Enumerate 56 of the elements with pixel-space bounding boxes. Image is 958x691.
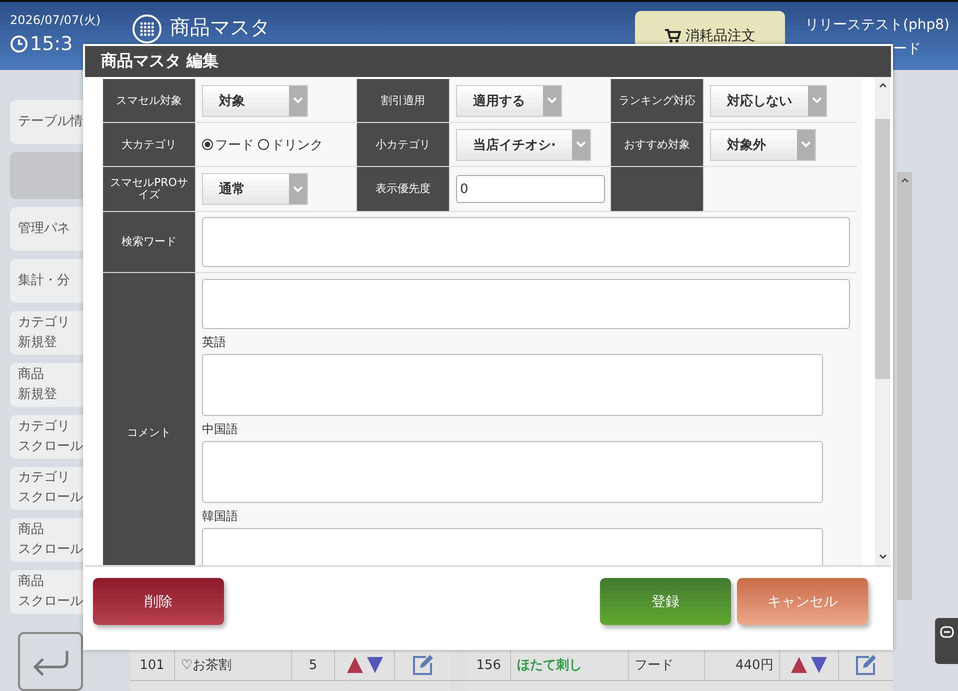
scrollbar[interactable] xyxy=(897,172,912,600)
clock-icon xyxy=(10,35,28,53)
radio-option[interactable]: ドリンク xyxy=(258,136,323,154)
field-label: スマセル対象 xyxy=(103,79,195,122)
input-field[interactable]: 0 xyxy=(456,175,605,203)
field-label: 英語 xyxy=(202,334,226,351)
page-title: 商品マスタ xyxy=(170,14,270,40)
comment-field[interactable] xyxy=(202,354,823,416)
chevron-icon xyxy=(576,141,586,148)
chevron-icon xyxy=(812,97,822,104)
cart-icon xyxy=(664,29,680,43)
scroll-up-icon[interactable] xyxy=(878,81,888,89)
edit-icon[interactable] xyxy=(412,654,434,676)
field-label: コメント xyxy=(103,273,195,565)
scroll-down-icon[interactable] xyxy=(878,553,888,561)
dialog-button[interactable]: 登録 xyxy=(600,578,731,625)
field-label: 検索ワード xyxy=(103,212,195,272)
down-triangle-icon[interactable] xyxy=(810,656,828,674)
date-text: 2026/07/07(火) xyxy=(10,12,102,29)
chevron-icon xyxy=(293,186,303,192)
radio-option[interactable]: フード xyxy=(202,136,254,154)
field-label: 韓国語 xyxy=(202,508,238,525)
dialog-button[interactable]: 削除 xyxy=(93,578,224,625)
dropdown[interactable]: 対応しない xyxy=(710,84,827,116)
field-label: ランキング対応 xyxy=(611,79,703,122)
dialog-title: 商品マスタ 編集 xyxy=(85,46,891,77)
field-label: おすすめ対象 xyxy=(611,123,703,166)
toggle-icon xyxy=(940,626,954,638)
dropdown[interactable]: 対象外 xyxy=(710,128,816,160)
edit-icon[interactable] xyxy=(855,654,878,676)
comment-field[interactable] xyxy=(202,441,823,503)
up-triangle-icon[interactable] xyxy=(790,656,808,674)
chevron-icon xyxy=(801,141,811,148)
dropdown[interactable]: 対象 xyxy=(202,84,308,116)
dropdown[interactable]: 通常 xyxy=(202,173,308,205)
dropdown[interactable]: 当店イチオシ· xyxy=(456,128,591,160)
side-tab[interactable] xyxy=(935,618,958,664)
field-label: 表示優先度 xyxy=(357,167,449,211)
field-label: 中国語 xyxy=(202,421,238,438)
scrollbar[interactable] xyxy=(875,77,890,565)
field-label: 割引適用 xyxy=(357,79,449,122)
field-label: スマセルPROサイズ xyxy=(103,167,195,211)
up-triangle-icon[interactable] xyxy=(346,656,364,674)
mode-text: ード xyxy=(893,40,921,58)
account-name: リリーステスト(php8) xyxy=(805,16,950,34)
chevron-icon xyxy=(293,97,303,104)
search-field[interactable] xyxy=(202,217,850,267)
down-triangle-icon[interactable] xyxy=(366,656,384,674)
comment-field[interactable] xyxy=(202,279,850,329)
clock-time: 15:3 xyxy=(30,33,73,55)
back-button[interactable] xyxy=(18,632,83,691)
field-label: 小カテゴリ xyxy=(357,123,449,166)
dropdown[interactable]: 適用する xyxy=(456,84,562,116)
chevron-icon xyxy=(547,97,557,104)
field-label: 大カテゴリ xyxy=(103,123,195,166)
scroll-up-icon[interactable] xyxy=(900,176,910,184)
